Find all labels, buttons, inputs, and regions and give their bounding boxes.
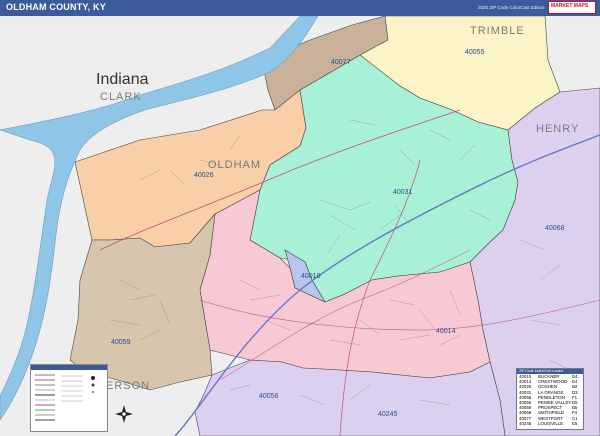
map-title: OLDHAM COUNTY, KY (6, 2, 106, 12)
state-label-indiana: Indiana (96, 71, 149, 88)
zip-label-40031: 40031 (393, 189, 413, 196)
zip-label-40055: 40055 (465, 49, 485, 56)
zip-index-zip: 40245 (519, 420, 532, 426)
map-legend (30, 364, 108, 432)
zip-index-grid: E5 (572, 420, 578, 426)
zip-label-40077: 40077 (331, 59, 351, 66)
zip-label-40068: 40068 (545, 225, 565, 232)
map-frame: OLDHAM COUNTY, KY 2020 ZIP Code ColorCas… (0, 0, 600, 436)
zip-index-table: ZIP Code Index/Grid Locator 40010 BUCKNER… (516, 368, 584, 430)
county-label-jefferson: ERSON (106, 380, 150, 392)
county-label-oldham: OLDHAM (208, 159, 261, 171)
county-label-clark: CLARK (100, 91, 142, 103)
zip-label-40059: 40059 (111, 339, 131, 346)
legend-symbols (35, 374, 95, 421)
edition-label: 2020 ZIP Code ColorCast Edition (478, 5, 545, 10)
county-label-henry: HENRY (536, 123, 579, 135)
zip-label-40010: 40010 (301, 273, 321, 280)
logo-text: MARKET MAPS (551, 3, 589, 9)
zip-label-40245: 40245 (378, 411, 398, 418)
title-bar: OLDHAM COUNTY, KY 2020 ZIP Code ColorCas… (0, 0, 600, 16)
zip-label-40014: 40014 (436, 328, 456, 335)
zip-index-row: 40245 LOUISVILLE E5 (517, 421, 583, 426)
county-label-trimble: TRIMBLE (470, 25, 525, 37)
zip-label-40026: 40026 (194, 172, 214, 179)
publisher-logo: MARKET MAPS (548, 1, 596, 14)
zip-index-place: LOUISVILLE (538, 420, 564, 426)
zip-label-40056: 40056 (259, 393, 279, 400)
